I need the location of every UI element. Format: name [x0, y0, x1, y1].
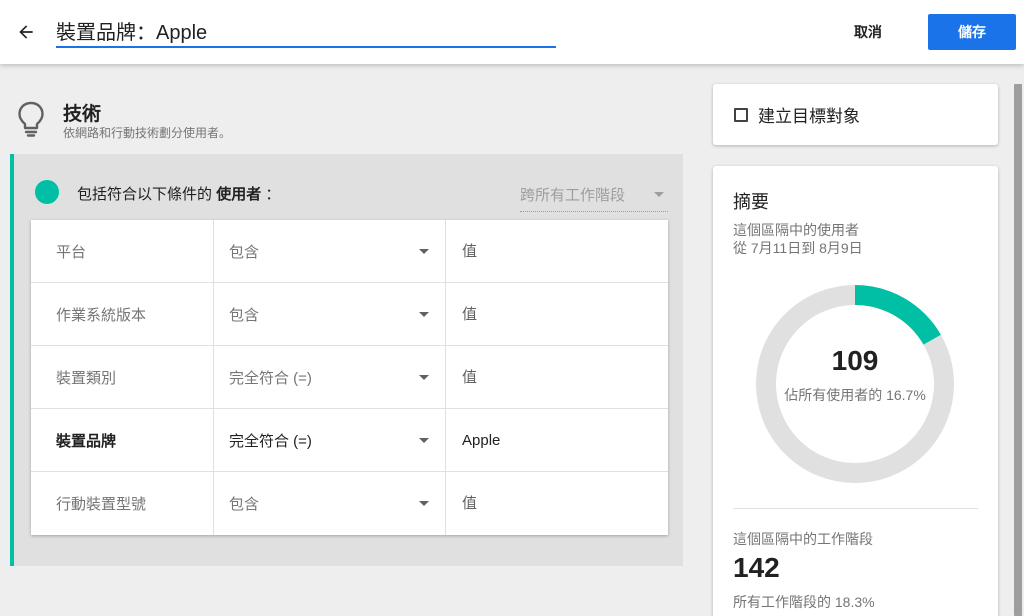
value-input[interactable] — [462, 305, 652, 323]
back-button[interactable] — [10, 16, 42, 48]
value-input[interactable] — [462, 368, 652, 386]
chevron-down-icon — [419, 374, 429, 380]
condition-group: 包括符合以下條件的 使用者 ： 跨所有工作階段 平台 包含 作業系統版本 包含 — [10, 154, 683, 566]
condition-row-platform: 平台 包含 — [31, 220, 668, 283]
scope-dropdown[interactable]: 跨所有工作階段 — [520, 178, 668, 212]
value-cell — [446, 472, 668, 535]
sessions-percentage: 所有工作階段的 18.3% — [733, 594, 875, 610]
value-cell — [446, 283, 668, 345]
group-label-prefix: 包括符合以下條件的 — [77, 186, 213, 203]
summary-card: 摘要 這個區隔中的使用者 從 7月11日到 8月9日 109 佔所有使用者的 1… — [713, 166, 998, 616]
operator-dropdown[interactable]: 包含 — [214, 283, 446, 345]
group-label-suffix: ： — [265, 186, 281, 203]
dimension-label: 作業系統版本 — [31, 283, 214, 345]
value-input[interactable] — [462, 431, 652, 449]
section-subtitle: 依網路和行動技術劃分使用者。 — [63, 126, 232, 140]
condition-group-label: 包括符合以下條件的 使用者 ： — [77, 183, 280, 204]
dimension-label: 裝置類別 — [31, 346, 214, 408]
users-count: 109 — [831, 345, 879, 376]
operator-dropdown[interactable]: 包含 — [214, 472, 446, 535]
condition-table: 平台 包含 作業系統版本 包含 裝置類別 完全符合 (=) — [31, 220, 668, 535]
segment-name-field[interactable] — [56, 14, 556, 48]
group-label-subject: 使用者 — [216, 186, 262, 203]
users-in-segment-label: 這個區隔中的使用者 — [733, 222, 859, 238]
operator-label: 完全符合 (=) — [229, 369, 312, 387]
sessions-in-segment-label: 這個區隔中的工作階段 — [733, 531, 873, 547]
condition-row-mobile-model: 行動裝置型號 包含 — [31, 472, 668, 535]
section-title: 技術 — [63, 104, 102, 125]
operator-label: 包含 — [229, 306, 260, 324]
chevron-down-icon — [419, 437, 429, 443]
value-input[interactable] — [462, 242, 652, 260]
dimension-label: 裝置品牌 — [31, 409, 214, 471]
users-percentage: 佔所有使用者的 16.7% — [784, 387, 926, 403]
arrow-back-icon — [19, 25, 33, 39]
lightbulb-icon — [18, 101, 44, 137]
operator-label: 包含 — [229, 496, 260, 513]
summary-title: 摘要 — [733, 192, 769, 212]
operator-dropdown[interactable]: 完全符合 (=) — [214, 409, 446, 471]
cancel-button[interactable]: 取消 — [836, 14, 900, 50]
condition-row-os-version: 作業系統版本 包含 — [31, 283, 668, 346]
scrollbar-thumb[interactable] — [1014, 84, 1022, 616]
value-cell — [446, 409, 668, 471]
operator-label: 包含 — [229, 243, 260, 261]
build-audience-card[interactable]: 建立目標對象 — [713, 84, 998, 145]
dimension-label: 行動裝置型號 — [31, 472, 214, 535]
date-range-label: 從 7月11日到 8月9日 — [733, 240, 863, 256]
scope-dropdown-label: 跨所有工作階段 — [520, 187, 626, 204]
build-audience-label: 建立目標對象 — [758, 107, 860, 126]
condition-row-device-brand: 裝置品牌 完全符合 (=) — [31, 409, 668, 472]
dimension-label: 平台 — [31, 220, 214, 282]
chevron-down-icon — [419, 248, 429, 254]
value-cell — [446, 220, 668, 282]
sessions-count: 142 — [733, 552, 780, 583]
segment-name-input[interactable] — [56, 14, 556, 46]
chevron-down-icon — [419, 501, 429, 506]
operator-dropdown[interactable]: 包含 — [214, 220, 446, 282]
chevron-down-icon — [654, 192, 664, 197]
users-donut-chart — [756, 285, 954, 483]
top-app-bar: 取消 儲存 — [0, 0, 1024, 64]
divider — [733, 508, 978, 509]
operator-label: 完全符合 (=) — [229, 432, 312, 450]
value-input[interactable] — [462, 495, 652, 512]
group-indicator-dot — [35, 180, 59, 204]
condition-row-device-category: 裝置類別 完全符合 (=) — [31, 346, 668, 409]
operator-dropdown[interactable]: 完全符合 (=) — [214, 346, 446, 408]
save-button[interactable]: 儲存 — [928, 14, 1016, 50]
chevron-down-icon — [419, 311, 429, 317]
build-audience-checkbox[interactable] — [734, 107, 748, 122]
value-cell — [446, 346, 668, 408]
